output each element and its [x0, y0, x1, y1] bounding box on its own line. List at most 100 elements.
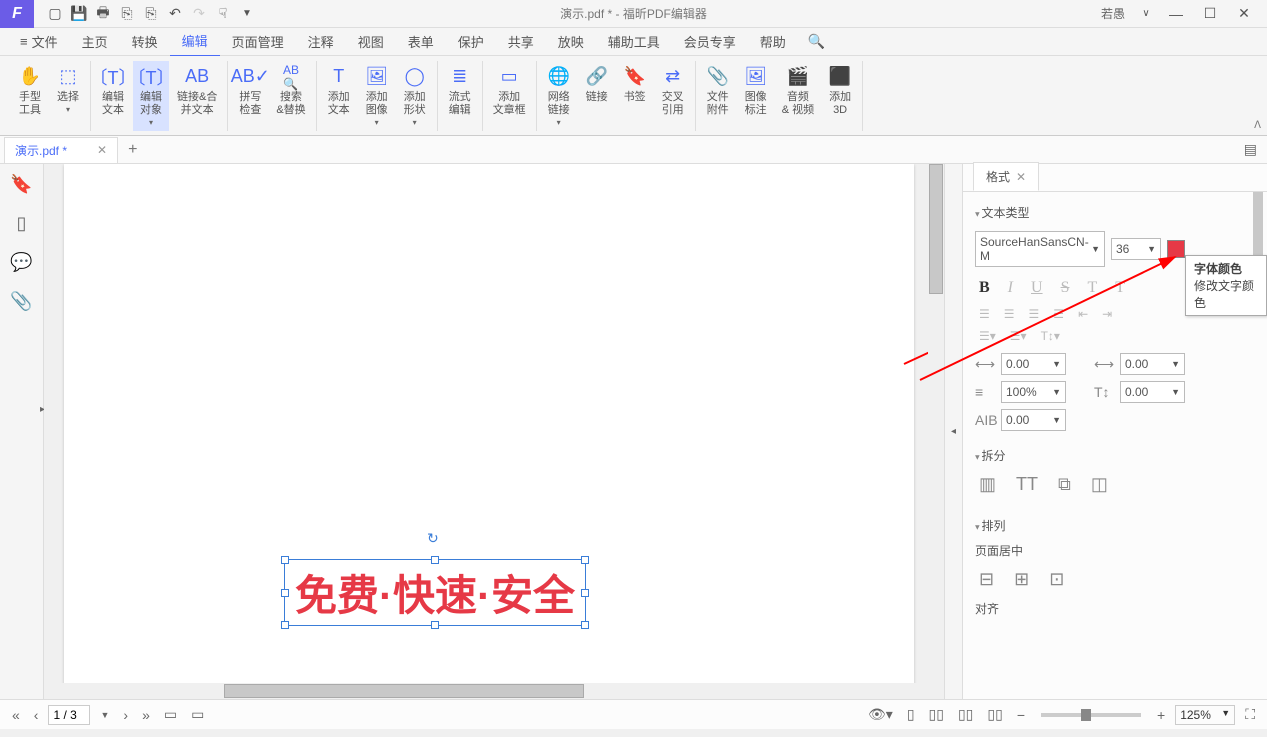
- arrange-section-header[interactable]: 排列: [975, 513, 1255, 538]
- zoom-level-select[interactable]: 125%▼: [1175, 705, 1235, 725]
- view-mode2-icon[interactable]: ▭: [187, 704, 208, 725]
- tab-close-icon[interactable]: ✕: [97, 143, 107, 157]
- split-section-header[interactable]: 拆分: [975, 443, 1255, 468]
- crop-button[interactable]: ◫: [1091, 474, 1108, 495]
- media-button[interactable]: 🎬音频 & 视频: [776, 61, 820, 121]
- menu-view[interactable]: 视图: [346, 27, 396, 56]
- link-merge-text-button[interactable]: AB链接&合 并文本: [171, 61, 223, 121]
- bookmark-button[interactable]: 🔖书签: [617, 61, 653, 108]
- attachment-button[interactable]: 📎文件 附件: [700, 61, 736, 121]
- menu-form[interactable]: 表单: [396, 27, 446, 56]
- zoom-slider-handle[interactable]: [1081, 709, 1091, 721]
- menu-present[interactable]: 放映: [546, 27, 596, 56]
- pages-panel-icon[interactable]: ▯: [17, 213, 27, 234]
- comments-panel-icon[interactable]: 💬: [10, 252, 32, 273]
- char-spacing-input[interactable]: 0.00▼: [1001, 353, 1066, 375]
- next-page-button[interactable]: ›: [119, 705, 132, 725]
- spellcheck-button[interactable]: AB✓拼写 检查: [232, 61, 268, 121]
- print-icon[interactable]: 🖶: [92, 3, 114, 25]
- document-tab[interactable]: 演示.pdf * ✕: [4, 137, 118, 163]
- center-both-button[interactable]: ⊡: [1049, 569, 1064, 590]
- user-dropdown-icon[interactable]: ∨: [1135, 3, 1157, 25]
- resize-handle-mr[interactable]: [581, 589, 589, 597]
- menu-convert[interactable]: 转换: [120, 27, 170, 56]
- h-scroll-thumb[interactable]: [224, 684, 584, 698]
- resize-handle-bm[interactable]: [431, 621, 439, 629]
- font-family-select[interactable]: SourceHanSansCN-M▼: [975, 231, 1105, 267]
- new-tab-button[interactable]: +: [118, 141, 147, 159]
- attachments-panel-icon[interactable]: 📎: [10, 291, 32, 312]
- menu-accessibility[interactable]: 辅助工具: [596, 27, 672, 56]
- writing-direction-button[interactable]: T↕▾: [1041, 329, 1060, 343]
- minimize-button[interactable]: —: [1161, 2, 1191, 26]
- maximize-button[interactable]: ☐: [1195, 2, 1225, 26]
- resize-handle-tr[interactable]: [581, 556, 589, 564]
- export-icon[interactable]: ⎘: [116, 3, 138, 25]
- link-button[interactable]: 🔗链接: [579, 61, 615, 108]
- menu-home[interactable]: 主页: [70, 27, 120, 56]
- rotate-handle-icon[interactable]: ↻: [427, 530, 443, 546]
- superscript-button[interactable]: T: [1087, 279, 1097, 297]
- zoom-in-button[interactable]: +: [1153, 705, 1169, 725]
- menu-annotate[interactable]: 注释: [296, 27, 346, 56]
- horizontal-scrollbar[interactable]: [44, 683, 928, 699]
- find-replace-button[interactable]: AB🔍搜索 &替换: [270, 61, 311, 121]
- last-page-button[interactable]: »: [138, 705, 154, 725]
- align-right-button[interactable]: ☰: [1029, 307, 1040, 321]
- search-icon[interactable]: 🔍: [808, 33, 825, 50]
- zoom-slider[interactable]: [1041, 713, 1141, 717]
- menu-protect[interactable]: 保护: [446, 27, 496, 56]
- center-h-button[interactable]: ⊟: [979, 569, 994, 590]
- merge-button[interactable]: ⧉: [1058, 474, 1071, 495]
- user-name[interactable]: 若愚: [1095, 5, 1131, 22]
- word-spacing-input[interactable]: 0.00▼: [1120, 353, 1185, 375]
- edit-text-button[interactable]: 〔T〕编辑 文本: [95, 61, 131, 121]
- export2-icon[interactable]: ⎘: [140, 3, 162, 25]
- close-button[interactable]: ✕: [1229, 2, 1259, 26]
- fullscreen-icon[interactable]: ⛶: [1241, 704, 1259, 725]
- edit-object-button[interactable]: 〔T〕编辑 对象▾: [133, 61, 169, 131]
- crossref-button[interactable]: ⇄交叉 引用: [655, 61, 691, 121]
- image-annot-button[interactable]: 🖼图像 标注: [738, 61, 774, 121]
- add-shape-button[interactable]: ◯添加 形状▾: [397, 61, 433, 131]
- split-vertical-button[interactable]: ▥: [979, 474, 996, 495]
- continuous-icon[interactable]: ▯▯: [925, 704, 948, 725]
- text-type-section-header[interactable]: 文本类型: [975, 200, 1255, 225]
- kerning-input[interactable]: 0.00▼: [1001, 409, 1066, 431]
- align-justify-button[interactable]: ☰: [1053, 307, 1064, 321]
- underline-button[interactable]: U: [1031, 279, 1043, 297]
- baseline-input[interactable]: 0.00▼: [1120, 381, 1185, 403]
- resize-handle-ml[interactable]: [281, 589, 289, 597]
- tab-panel-icon[interactable]: ▤: [1240, 139, 1261, 160]
- menu-vip[interactable]: 会员专享: [672, 27, 748, 56]
- eye-icon[interactable]: 👁▾: [864, 704, 897, 725]
- prev-page-button[interactable]: ‹: [30, 705, 43, 725]
- selected-text-object[interactable]: ↻ 免费·快速·安全: [284, 559, 586, 626]
- align-left-button[interactable]: ☰: [979, 307, 990, 321]
- resize-handle-br[interactable]: [581, 621, 589, 629]
- font-size-select[interactable]: 36▼: [1111, 238, 1161, 260]
- number-list-button[interactable]: ☰▾: [1010, 329, 1027, 343]
- resize-handle-tl[interactable]: [281, 556, 289, 564]
- facing-icon[interactable]: ▯▯: [954, 704, 977, 725]
- single-page-icon[interactable]: ▯: [903, 704, 919, 725]
- add-text-button[interactable]: T添加 文本: [321, 61, 357, 121]
- canvas-area[interactable]: ↻ 免费·快速·安全: [44, 164, 944, 699]
- panel-tab-close-icon[interactable]: ✕: [1016, 170, 1026, 184]
- indent-increase-button[interactable]: ⇥: [1102, 307, 1112, 321]
- page-dropdown-icon[interactable]: ▼: [96, 708, 113, 722]
- bold-button[interactable]: B: [979, 279, 990, 297]
- resize-handle-bl[interactable]: [281, 621, 289, 629]
- subscript-button[interactable]: T: [1115, 279, 1125, 297]
- add-article-box-button[interactable]: ▭添加 文章框: [487, 61, 532, 121]
- resize-handle-tm[interactable]: [431, 556, 439, 564]
- facing-continuous-icon[interactable]: ▯▯: [983, 704, 1006, 725]
- add-3d-button[interactable]: ⬛添加 3D: [822, 61, 858, 121]
- indent-decrease-button[interactable]: ⇤: [1078, 307, 1088, 321]
- file-menu[interactable]: ≡文件: [8, 27, 70, 56]
- center-v-button[interactable]: ⊞: [1014, 569, 1029, 590]
- save-icon[interactable]: 💾: [68, 3, 90, 25]
- italic-button[interactable]: I: [1008, 279, 1013, 297]
- reflow-edit-button[interactable]: ≣流式 编辑: [442, 61, 478, 121]
- split-text-button[interactable]: TT: [1016, 474, 1038, 495]
